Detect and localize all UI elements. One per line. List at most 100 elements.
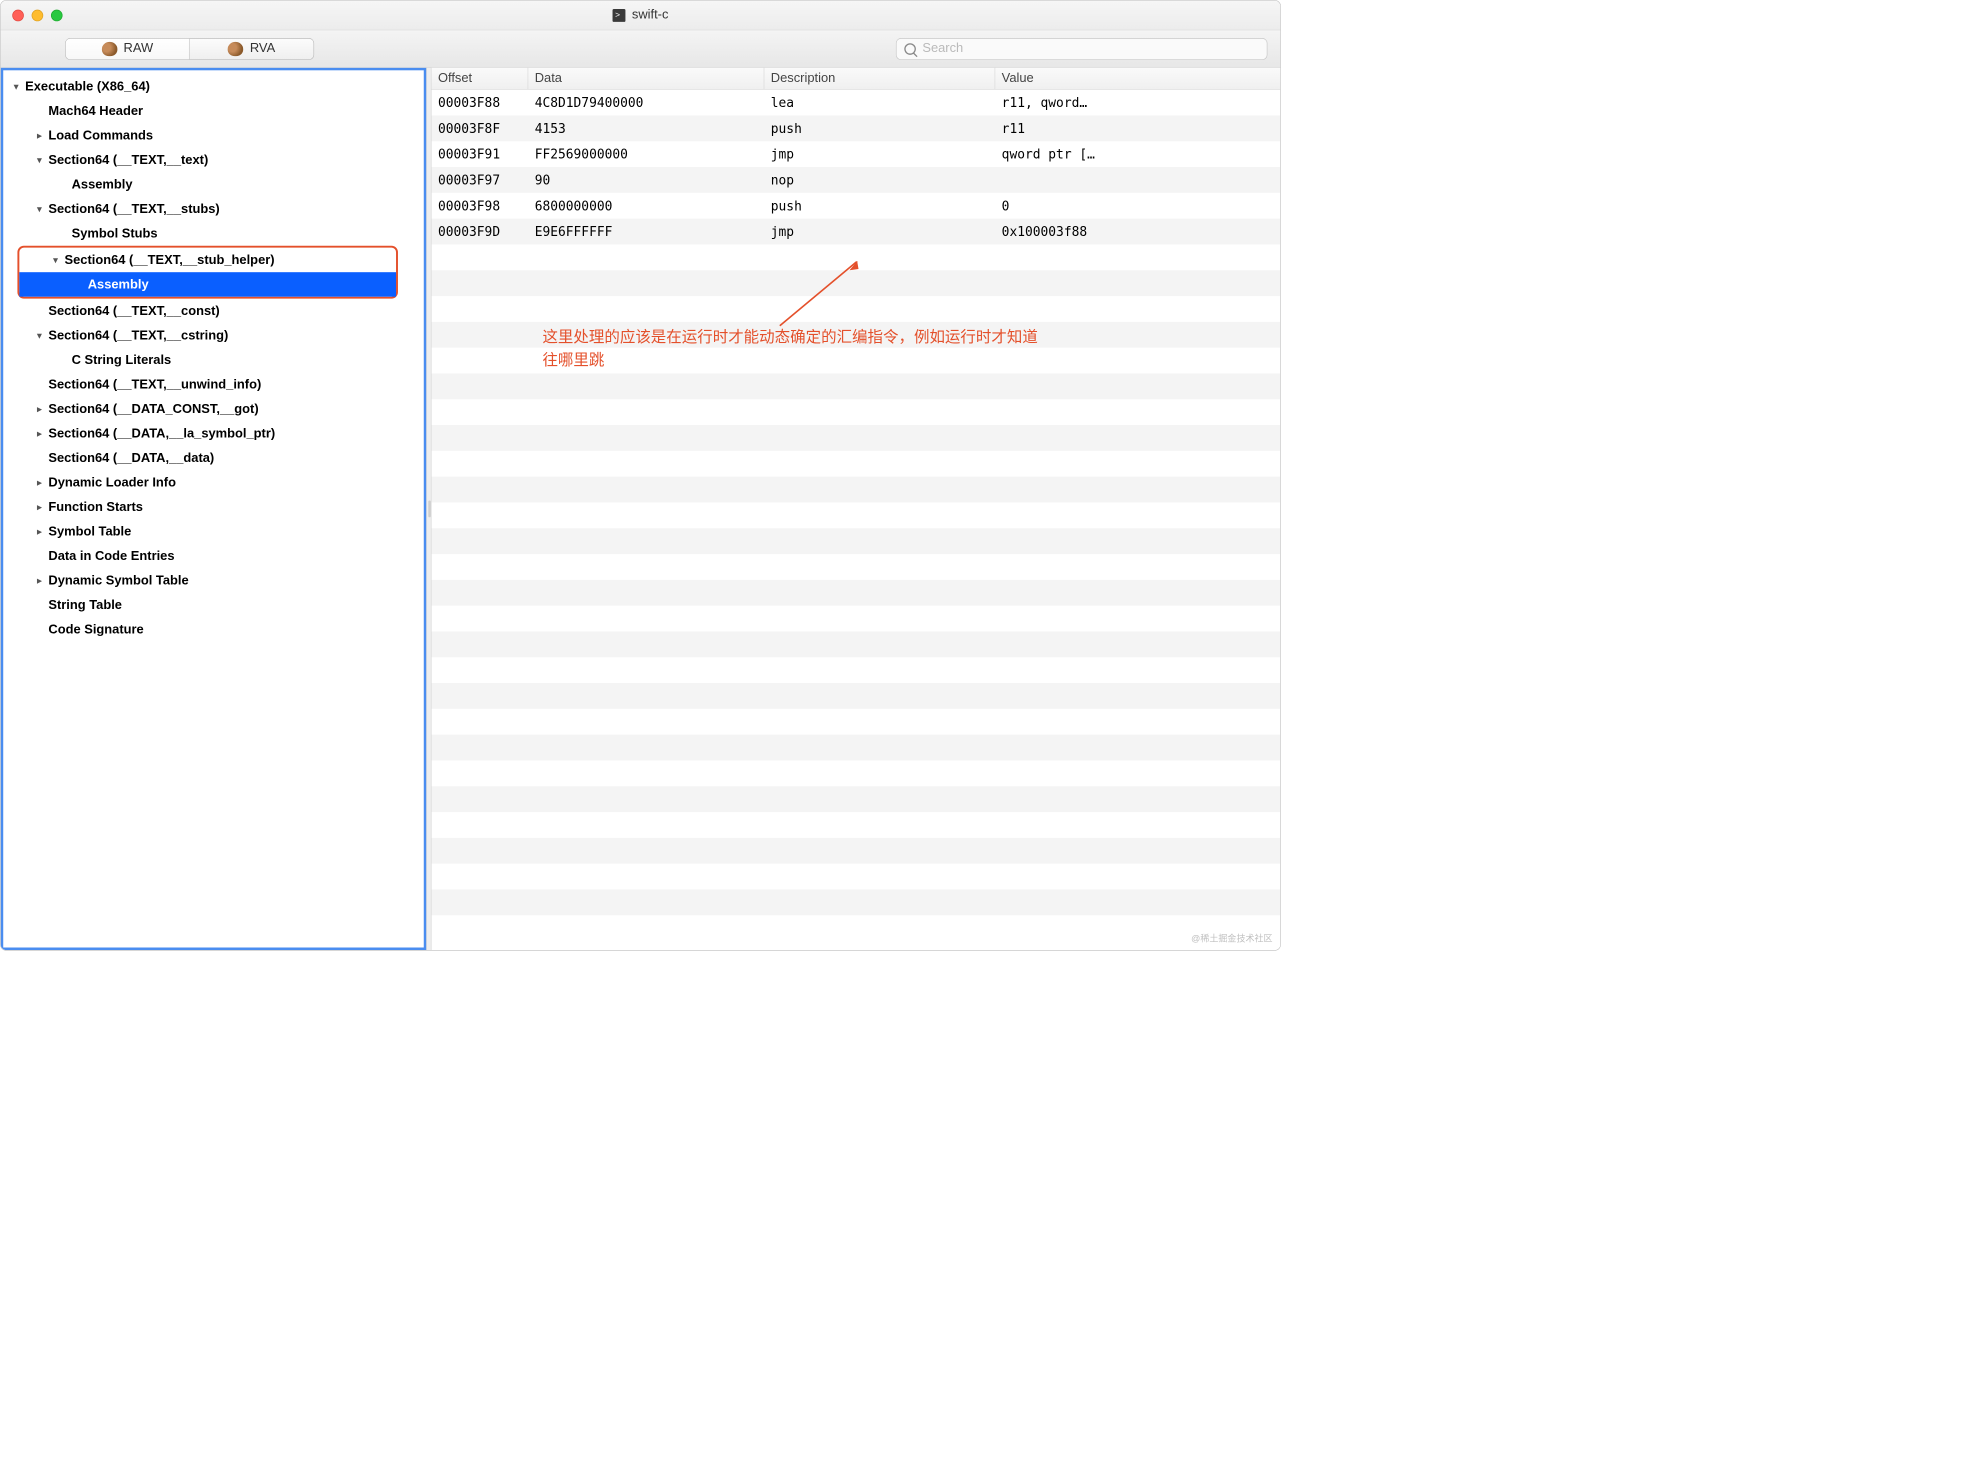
chevron-down-icon[interactable]: ▾ <box>33 330 46 341</box>
chevron-down-icon[interactable]: ▾ <box>33 154 46 165</box>
sidebar-item-label: Section64 (__DATA,__data) <box>48 451 214 466</box>
sidebar-root-label: Executable (X86_64) <box>25 79 150 94</box>
table-row <box>432 348 1281 374</box>
cell-description: lea <box>764 95 871 110</box>
table-body[interactable]: 00003F884C8D1D79400000lear11, qword…0000… <box>432 90 1281 950</box>
chevron-right-icon[interactable]: ▸ <box>33 501 46 512</box>
sidebar-item[interactable]: ▸Section64 (__DATA,__data) <box>3 446 424 471</box>
chevron-right-icon[interactable]: ▸ <box>33 526 46 537</box>
sidebar-item-label: Mach64 Header <box>48 104 143 119</box>
cell-offset: 00003F97 <box>432 172 529 187</box>
table-row <box>432 425 1281 451</box>
sidebar-item[interactable]: ▸Load Commands <box>3 123 424 148</box>
sidebar-item-label: Assembly <box>72 177 133 192</box>
table-row <box>432 451 1281 477</box>
chevron-right-icon[interactable]: ▸ <box>33 130 46 141</box>
table-row <box>432 606 1281 632</box>
th-data[interactable]: Data <box>528 68 764 89</box>
chevron-down-icon[interactable]: ▾ <box>10 81 23 92</box>
table-row <box>432 502 1281 528</box>
window-title: swift-c <box>613 8 669 23</box>
table-row <box>432 838 1281 864</box>
sidebar-item-label: Section64 (__TEXT,__cstring) <box>48 328 228 343</box>
sidebar-item[interactable]: ▸C String Literals <box>3 348 424 373</box>
cell-offset: 00003F8F <box>432 121 529 136</box>
sidebar-item[interactable]: ▸String Table <box>3 593 424 618</box>
sidebar-item-label: Load Commands <box>48 128 153 143</box>
cell-value: 0 <box>995 198 1280 213</box>
sidebar-highlight-box: ▾Section64 (__TEXT,__stub_helper)▸Assemb… <box>17 246 398 299</box>
table-row <box>432 812 1281 838</box>
sidebar-item[interactable]: ▸Data in Code Entries <box>3 544 424 569</box>
cell-description: push <box>764 198 871 213</box>
table-header: Offset Data Description Value <box>432 68 1281 90</box>
tab-rva[interactable]: RVA <box>190 38 314 59</box>
sidebar-item[interactable]: ▸Dynamic Symbol Table <box>3 568 424 593</box>
cell-offset: 00003F98 <box>432 198 529 213</box>
table-row <box>432 709 1281 735</box>
table-row <box>432 528 1281 554</box>
table-row[interactable]: 00003F9DE9E6FFFFFFjmp0x100003f88 <box>432 219 1281 245</box>
terminal-icon <box>613 9 626 22</box>
table-row[interactable]: 00003F884C8D1D79400000lea r11, qword… <box>432 90 1281 116</box>
sidebar-root[interactable]: ▾ Executable (X86_64) <box>3 74 424 99</box>
sidebar[interactable]: ▾ Executable (X86_64) ▸Mach64 Header▸Loa… <box>1 68 427 950</box>
tab-rva-label: RVA <box>250 41 275 56</box>
table-row <box>432 864 1281 890</box>
sidebar-item[interactable]: ▸Symbol Stubs <box>3 221 424 246</box>
sidebar-item[interactable]: ▸Code Signature <box>3 617 424 642</box>
th-value[interactable]: Value <box>995 68 1280 89</box>
sidebar-item-label: Section64 (__TEXT,__stubs) <box>48 202 219 217</box>
chevron-right-icon[interactable]: ▸ <box>33 575 46 586</box>
sidebar-item[interactable]: ▾Section64 (__TEXT,__text) <box>3 148 424 173</box>
sidebar-item-label: Section64 (__TEXT,__unwind_info) <box>48 377 261 392</box>
table-row[interactable]: 00003F986800000000push0 <box>432 193 1281 219</box>
zoom-icon[interactable] <box>51 9 63 21</box>
sidebar-item[interactable]: ▸Symbol Table <box>3 519 424 544</box>
chevron-down-icon[interactable]: ▾ <box>49 254 62 265</box>
table-row <box>432 631 1281 657</box>
minimize-icon[interactable] <box>32 9 44 21</box>
sidebar-item-label: Section64 (__TEXT,__text) <box>48 153 208 168</box>
sidebar-item[interactable]: ▸Mach64 Header <box>3 99 424 124</box>
cell-data: 90 <box>528 172 764 187</box>
chevron-right-icon[interactable]: ▸ <box>33 403 46 414</box>
cell-value: r11, qword… <box>995 95 1280 110</box>
main-panel: Offset Data Description Value 00003F884C… <box>432 68 1281 950</box>
sidebar-item[interactable]: ▸Section64 (__TEXT,__unwind_info) <box>3 372 424 397</box>
table-row <box>432 554 1281 580</box>
sidebar-item[interactable]: ▸Assembly <box>19 272 396 297</box>
sidebar-item-label: Symbol Stubs <box>72 226 158 241</box>
search-field[interactable] <box>896 38 1268 60</box>
cell-offset: 00003F9D <box>432 224 529 239</box>
cell-data: 4C8D1D79400000 <box>528 95 764 110</box>
cell-offset: 00003F88 <box>432 95 529 110</box>
chevron-right-icon[interactable]: ▸ <box>33 477 46 488</box>
sidebar-item[interactable]: ▾Section64 (__TEXT,__cstring) <box>3 323 424 348</box>
sidebar-item[interactable]: ▸Assembly <box>3 172 424 197</box>
table-row[interactable]: 00003F91FF2569000000jmpqword ptr [… <box>432 141 1281 167</box>
sidebar-item[interactable]: ▸Section64 (__TEXT,__const) <box>3 299 424 324</box>
cell-data: FF2569000000 <box>528 146 764 161</box>
cell-value: r11 <box>995 121 1280 136</box>
table-row <box>432 399 1281 425</box>
sidebar-item[interactable]: ▸Function Starts <box>3 495 424 520</box>
watermark: @稀土掘金技术社区 <box>1191 932 1272 945</box>
window-title-text: swift-c <box>632 8 669 23</box>
search-input[interactable] <box>922 41 1259 56</box>
cell-description: jmp <box>764 146 871 161</box>
sidebar-item[interactable]: ▾Section64 (__TEXT,__stubs) <box>3 197 424 222</box>
sidebar-item[interactable]: ▾Section64 (__TEXT,__stub_helper) <box>19 248 396 273</box>
th-description[interactable]: Description <box>764 68 995 89</box>
sidebar-item[interactable]: ▸Section64 (__DATA,__la_symbol_ptr) <box>3 421 424 446</box>
sidebar-item[interactable]: ▸Dynamic Loader Info <box>3 470 424 495</box>
chevron-down-icon[interactable]: ▾ <box>33 203 46 214</box>
sidebar-item-label: Function Starts <box>48 500 143 515</box>
chevron-right-icon[interactable]: ▸ <box>33 428 46 439</box>
th-offset[interactable]: Offset <box>432 68 529 89</box>
tab-raw[interactable]: RAW <box>66 38 190 59</box>
sidebar-item[interactable]: ▸Section64 (__DATA_CONST,__got) <box>3 397 424 422</box>
table-row[interactable]: 00003F8F4153pushr11 <box>432 115 1281 141</box>
table-row[interactable]: 00003F9790nop <box>432 167 1281 193</box>
close-icon[interactable] <box>12 9 24 21</box>
